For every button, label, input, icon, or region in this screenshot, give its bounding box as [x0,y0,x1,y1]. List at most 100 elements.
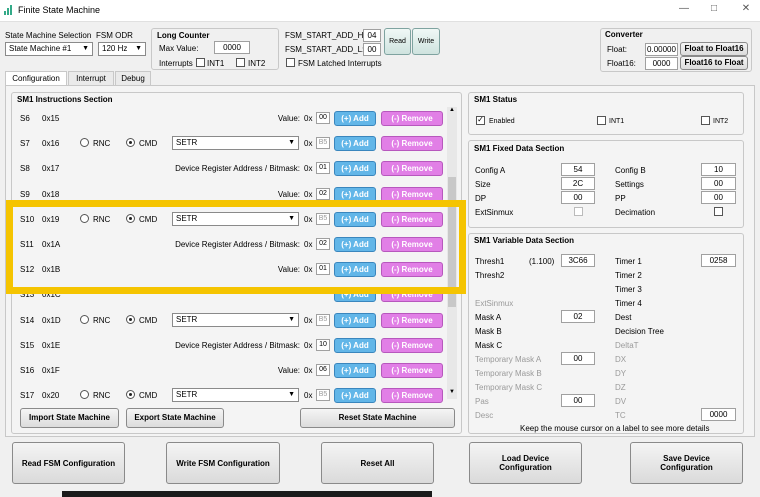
timer1-label: Timer 1 [615,257,642,266]
reset-state-machine-button[interactable]: Reset State Machine [300,408,455,428]
remove-button[interactable]: (-) Remove [381,136,443,151]
minimize-icon[interactable]: — [676,3,692,17]
row-value-input[interactable]: B5 [316,314,330,326]
row-value-input[interactable]: B5 [316,137,330,149]
float16-input[interactable]: 0000 [645,57,678,70]
export-state-machine-button[interactable]: Export State Machine [126,408,224,428]
cmd-radio[interactable] [126,390,135,399]
remove-button[interactable]: (-) Remove [381,111,443,126]
save-device-configuration-button[interactable]: Save Device Configuration [630,442,743,484]
config-a-input[interactable]: 54 [561,163,595,176]
add-button[interactable]: (+) Add [334,313,376,328]
hex-prefix: 0x [304,341,313,350]
rnc-radio[interactable] [80,138,89,147]
maximize-icon[interactable]: □ [706,3,722,17]
long-counter-int2-label: INT2 [248,59,266,68]
thresh1-label: Thresh1 [475,257,505,266]
mask-a-input[interactable]: 02 [561,310,595,323]
enabled-checkbox[interactable]: ✓ [476,116,485,125]
pas-input[interactable]: 00 [561,394,595,407]
start-add-h-input[interactable]: 04 [363,29,381,42]
add-button[interactable]: (+) Add [334,338,376,353]
cmd-radio[interactable] [126,315,135,324]
command-value: SETR [176,390,198,399]
dp-input[interactable]: 00 [561,191,595,204]
add-button[interactable]: (+) Add [334,136,376,151]
thresh1-input[interactable]: 3C66 [561,254,595,267]
settings-input[interactable]: 00 [701,177,736,190]
long-counter-int2-checkbox[interactable] [236,58,245,67]
write-button[interactable]: Write [412,28,440,55]
remove-button[interactable]: (-) Remove [381,161,443,176]
start-add-l-label: FSM_START_ADD_L: [285,45,365,54]
chevron-down-icon: ▼ [288,316,295,323]
decimation-checkbox[interactable] [714,207,723,216]
row-value-input[interactable]: 02 [316,188,330,200]
timer1-input[interactable]: 0258 [701,254,736,267]
command-select[interactable]: SETR ▼ [172,388,299,402]
size-label: Size [475,180,491,189]
tab-debug[interactable]: Debug [115,71,151,85]
temp-mask-b-label: Temporary Mask B [475,369,542,378]
tc-input[interactable]: 0000 [701,408,736,421]
rnc-radio[interactable] [80,315,89,324]
reset-all-button[interactable]: Reset All [321,442,434,484]
row-value-input[interactable]: 01 [316,162,330,174]
cmd-radio[interactable] [126,138,135,147]
status-int2-label: INT2 [713,118,729,125]
row-value-input[interactable]: 06 [316,364,330,376]
row-value-input[interactable]: B5 [316,389,330,401]
start-add-l-input[interactable]: 00 [363,43,381,56]
mask-b-label: Mask B [475,327,502,336]
import-state-machine-button[interactable]: Import State Machine [20,408,119,428]
float16-to-float-button[interactable]: Float16 to Float [680,56,748,70]
scroll-up-icon[interactable]: ▲ [447,107,457,117]
add-button[interactable]: (+) Add [334,363,376,378]
fsm-odr-value: 120 Hz [102,44,128,53]
close-icon[interactable]: ✕ [738,3,754,17]
status-int2-checkbox[interactable] [701,116,710,125]
remove-button[interactable]: (-) Remove [381,388,443,403]
dp-label: DP [475,194,487,203]
remove-button[interactable]: (-) Remove [381,363,443,378]
max-value-input[interactable]: 0000 [214,41,250,54]
dy-label: DY [615,369,627,378]
scroll-down-icon[interactable]: ▼ [447,389,457,399]
write-fsm-configuration-button[interactable]: Write FSM Configuration [166,442,280,484]
fixed-extsinmux-checkbox[interactable] [574,207,583,216]
fsm-odr-select[interactable]: 120 Hz ▼ [98,42,146,56]
read-button[interactable]: Read [384,28,411,55]
float-to-float16-button[interactable]: Float to Float16 [680,42,748,56]
row-description: Value: [277,366,300,375]
add-button[interactable]: (+) Add [334,161,376,176]
row-address: 0x16 [42,139,60,148]
pp-label: PP [615,194,626,203]
row-value-input[interactable]: 10 [316,339,330,351]
add-button[interactable]: (+) Add [334,388,376,403]
temp-mask-a-input[interactable]: 00 [561,352,595,365]
taskbar-strip [62,491,432,497]
float-input[interactable]: 0.00000 [645,43,678,56]
add-button[interactable]: (+) Add [334,111,376,126]
command-select[interactable]: SETR ▼ [172,313,299,327]
row-value-input[interactable]: 00 [316,112,330,124]
tab-configuration[interactable]: Configuration [5,71,67,85]
status-int1-checkbox[interactable] [597,116,606,125]
dz-label: DZ [615,383,626,392]
thresh1-paren: (1.100) [529,257,555,266]
pp-input[interactable]: 00 [701,191,736,204]
read-fsm-configuration-button[interactable]: Read FSM Configuration [12,442,125,484]
size-input[interactable]: 2C [561,177,595,190]
sm-selection-select[interactable]: State Machine #1 ▼ [5,42,93,56]
cmd-label: CMD [139,316,158,325]
config-b-input[interactable]: 10 [701,163,736,176]
tab-interrupt[interactable]: Interrupt [68,71,114,85]
remove-button[interactable]: (-) Remove [381,313,443,328]
rnc-radio[interactable] [80,390,89,399]
command-select[interactable]: SETR ▼ [172,136,299,150]
fsm-latched-checkbox[interactable] [286,58,295,67]
long-counter-int1-checkbox[interactable] [196,58,205,67]
fsm-odr-label: FSM ODR [96,31,133,40]
remove-button[interactable]: (-) Remove [381,338,443,353]
load-device-configuration-button[interactable]: Load Device Configuration [469,442,582,484]
